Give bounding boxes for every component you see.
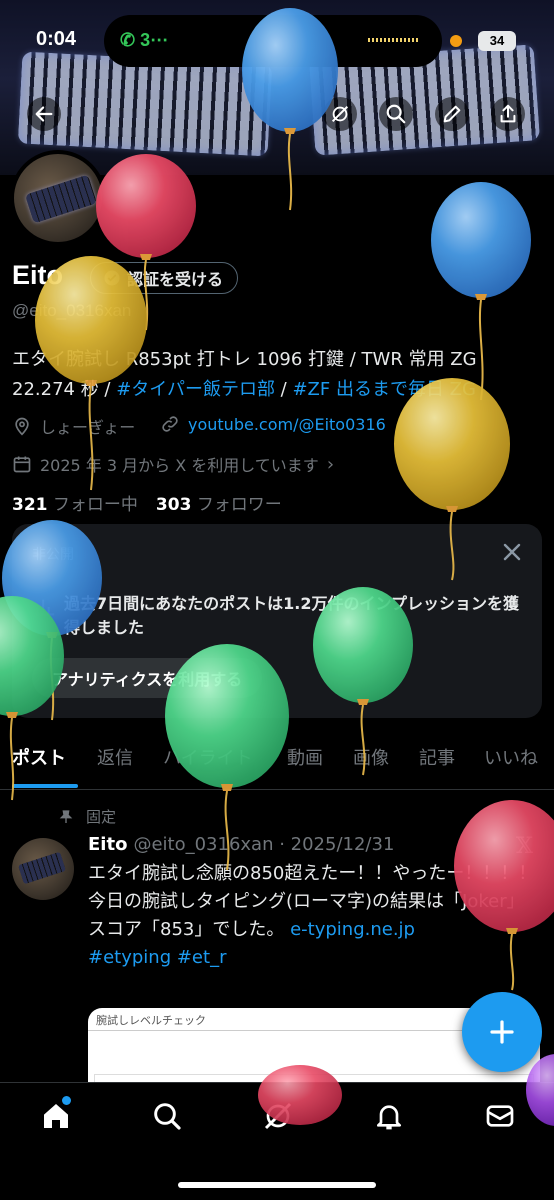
call-indicator[interactable]: ✆ 3⋯ — [120, 30, 168, 51]
tab-videos[interactable]: 動画 — [287, 744, 323, 770]
search-button[interactable] — [379, 97, 413, 131]
post-avatar[interactable] — [12, 838, 74, 900]
status-time: 0:04 — [36, 28, 77, 50]
post-image-title: 腕試しレベルチェック — [96, 1014, 206, 1027]
analytics-button[interactable]: アナリティクスを利用する — [32, 658, 263, 698]
phone-icon: ✆ — [120, 30, 136, 50]
tab-highlights[interactable]: ハイライト — [163, 744, 253, 770]
tab-articles[interactable]: 記事 — [419, 744, 455, 770]
post-body[interactable]: エタイ腕試し念願の850超えたー！！やったー！！！！ 今日の腕試しタイピング(ロ… — [88, 860, 540, 972]
post-link[interactable]: e-typing.ne.jp — [290, 919, 415, 940]
home-indicator — [178, 1182, 376, 1188]
profile-handle: @eito_0316xan — [12, 301, 132, 320]
private-label: 非公開 — [32, 547, 74, 563]
recording-dot — [450, 35, 462, 47]
plus-icon — [490, 1020, 514, 1044]
back-arrow-icon — [35, 106, 53, 122]
pin-icon — [59, 809, 73, 823]
pinned-text: 固定 — [86, 808, 117, 826]
x-logo-icon: 𝕏 — [516, 834, 534, 859]
grok-icon — [331, 105, 349, 123]
bio-separator: / — [274, 379, 293, 400]
profile-tabs: ポスト 返信 ハイライト 動画 画像 記事 いいね — [0, 738, 554, 790]
tab-likes[interactable]: いいね — [484, 744, 538, 770]
get-verified-label: 認証を受ける — [127, 270, 224, 289]
followers-link[interactable]: 303 フォロワー — [156, 490, 282, 515]
home-notification-dot — [62, 1096, 71, 1105]
following-label: フォロー中 — [52, 495, 138, 515]
share-icon — [500, 104, 516, 123]
grok-button[interactable] — [323, 97, 357, 131]
display-name: Eito — [12, 260, 63, 290]
profile-bio: エタイ腕試し R853pt 打トレ 1096 打鍵 / TWR 常用 ZG 22… — [12, 345, 532, 405]
profile-avatar[interactable] — [10, 150, 106, 246]
location-icon — [15, 417, 29, 436]
close-icon[interactable] — [500, 540, 524, 564]
joined-row[interactable]: 2025 年 3 月から X を利用しています › — [12, 452, 334, 476]
bell-icon[interactable] — [373, 1100, 405, 1132]
post-line-1: エタイ腕試し念願の850超えたー！！やったー！！！！ — [88, 863, 537, 884]
call-duration: 3⋯ — [140, 30, 169, 50]
audio-waveform — [368, 38, 420, 42]
bio-hashtag-2[interactable]: #ZF 出るまで毎日 ZG — [292, 379, 476, 400]
location-row: しょーぎょー — [12, 414, 135, 438]
explore-icon[interactable] — [151, 1100, 183, 1132]
analytics-message: 過去7日間にあなたのポストは1.2万件のインプレッションを獲得しました — [64, 594, 519, 637]
post-header: Eito @eito_0316xan · 2025/12/31 — [88, 834, 394, 855]
bio-hashtag-1[interactable]: #タイパー飯テロ部 — [116, 379, 275, 400]
edit-button[interactable] — [435, 97, 469, 131]
follow-stats: 321 フォロー中 303 フォロワー — [12, 490, 282, 515]
back-button[interactable] — [27, 97, 61, 131]
post-hashtags[interactable]: #etyping #et_r — [88, 944, 540, 972]
followers-count: 303 — [155, 495, 192, 515]
post-author[interactable]: Eito — [88, 834, 127, 855]
calendar-icon — [13, 456, 31, 473]
joined-text: 2025 年 3 月から X を利用しています — [40, 456, 319, 475]
following-count: 321 — [12, 495, 48, 515]
compose-button[interactable] — [462, 992, 542, 1072]
website-row[interactable]: youtube.com/@Eito0316 — [160, 414, 386, 434]
followers-label: フォロワー — [196, 495, 282, 515]
share-button[interactable] — [491, 97, 525, 131]
pinned-label-row: 固定 — [58, 806, 116, 827]
battery-indicator: 34 — [478, 31, 516, 51]
post-avatar-keyboard — [17, 851, 67, 885]
link-icon — [162, 416, 178, 432]
tab-images[interactable]: 画像 — [353, 744, 389, 770]
chevron-right-icon: › — [326, 453, 335, 475]
tab-replies[interactable]: 返信 — [97, 744, 133, 770]
verified-check-icon — [104, 270, 120, 286]
tab-posts[interactable]: ポスト — [12, 744, 66, 770]
edit-icon — [443, 105, 461, 123]
following-link[interactable]: 321 フォロー中 — [12, 490, 138, 515]
search-icon — [386, 104, 406, 124]
active-tab-indicator — [12, 784, 78, 788]
avatar-keyboard — [24, 174, 98, 224]
location-text: しょーぎょー — [40, 418, 136, 437]
grok-nav-icon[interactable] — [262, 1100, 294, 1132]
mail-icon[interactable] — [484, 1100, 516, 1132]
website-link[interactable]: youtube.com/@Eito0316 — [188, 415, 386, 434]
post-handle-date: @eito_0316xan · 2025/12/31 — [133, 834, 395, 855]
get-verified-button[interactable]: 認証を受ける — [90, 262, 239, 294]
chart-icon — [35, 599, 55, 616]
